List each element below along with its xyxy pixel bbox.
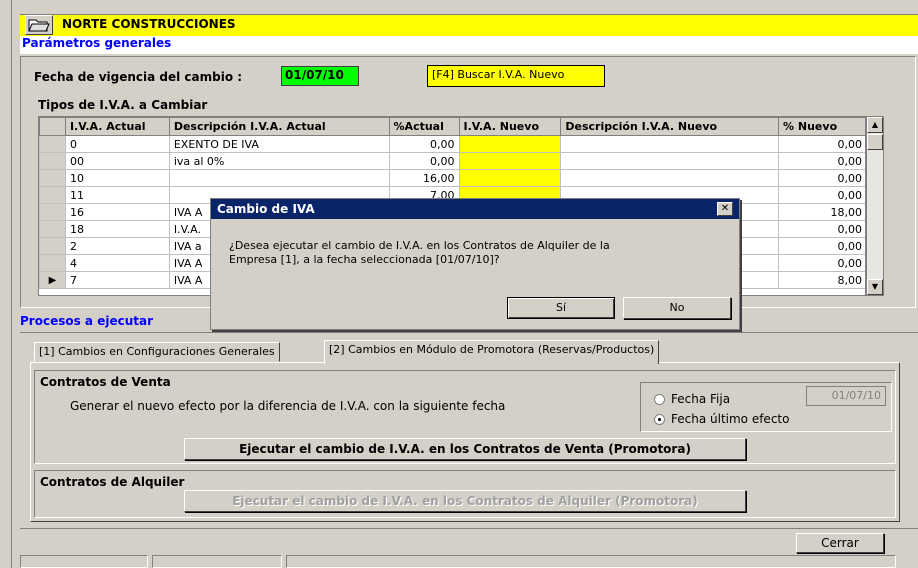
row-indicator	[39, 220, 66, 238]
col-iva-actual[interactable]: I.V.A. Actual	[64, 117, 170, 136]
params-title: Parámetros generales	[22, 36, 172, 50]
col-iva-nuevo[interactable]: I.V.A. Nuevo	[458, 117, 562, 136]
left-edge	[0, 0, 12, 568]
dialog-message-line1: ¿Desea ejecutar el cambio de I.V.A. en l…	[229, 239, 610, 252]
cerrar-button[interactable]: Cerrar	[796, 533, 884, 553]
row-indicator	[39, 135, 66, 153]
tab-modulo-promotora[interactable]: [2] Cambios en Módulo de Promotora (Rese…	[324, 340, 660, 364]
folder-open-icon	[28, 19, 50, 32]
cell-iva-actual[interactable]: 18	[64, 220, 170, 238]
cell-pct-nuevo[interactable]: 18,00	[778, 203, 865, 221]
status-panel-3	[286, 555, 896, 568]
status-panel-1	[20, 555, 148, 568]
cell-pct-nuevo[interactable]: 0,00	[778, 186, 865, 204]
venta-title: Contratos de Venta	[40, 375, 171, 389]
col-pct-nuevo[interactable]: % Nuevo	[778, 117, 865, 136]
buscar-iva-button[interactable]: [F4] Buscar I.V.A. Nuevo	[427, 65, 605, 87]
cell-pct-nuevo[interactable]: 8,00	[778, 271, 865, 289]
cell-pct-nuevo[interactable]: 0,00	[778, 220, 865, 238]
procesos-divider	[20, 332, 918, 333]
grid-title: Tipos de I.V.A. a Cambiar	[38, 98, 208, 112]
cell-pct-actual[interactable]: 16,00	[388, 169, 460, 187]
close-icon[interactable]: ✕	[717, 202, 733, 216]
scroll-up-icon[interactable]: ▲	[867, 117, 883, 133]
dialog-yes-button[interactable]: Sí	[507, 297, 615, 319]
radio-fecha-ultimo-label: Fecha último efecto	[671, 412, 790, 426]
cell-desc-actual[interactable]: iva al 0%	[168, 152, 390, 170]
current-row-arrow-icon: ▶	[39, 271, 66, 289]
cell-iva-actual[interactable]: 11	[64, 186, 170, 204]
col-pct-actual[interactable]: %Actual	[388, 117, 460, 136]
col-desc-actual[interactable]: Descripción I.V.A. Actual	[168, 117, 390, 136]
cell-iva-actual[interactable]: 7	[64, 271, 170, 289]
cell-iva-nuevo[interactable]	[458, 169, 562, 187]
cell-pct-actual[interactable]: 0,00	[388, 152, 460, 170]
cell-iva-nuevo[interactable]	[458, 152, 562, 170]
cell-desc-actual[interactable]	[168, 169, 390, 187]
col-indicator	[39, 117, 66, 136]
status-panel-2	[152, 555, 282, 568]
cell-pct-nuevo[interactable]: 0,00	[778, 135, 865, 153]
row-indicator	[39, 254, 66, 272]
cell-pct-nuevo[interactable]: 0,00	[778, 237, 865, 255]
cell-iva-actual[interactable]: 16	[64, 203, 170, 221]
table-row[interactable]: 0 EXENTO DE IVA 0,00 0,00	[39, 135, 865, 153]
cell-iva-actual[interactable]: 0	[64, 135, 170, 153]
procesos-title: Procesos a ejecutar	[20, 314, 153, 328]
radio-fecha-fija-label: Fecha Fija	[671, 392, 731, 406]
tab-config-generales[interactable]: [1] Cambios en Configuraciones Generales	[34, 342, 280, 362]
radio-fecha-ultimo[interactable]: Fecha último efecto	[654, 412, 789, 426]
footer-divider	[20, 528, 918, 529]
grid-scrollbar[interactable]: ▲ ▼	[866, 116, 884, 296]
cell-pct-actual[interactable]: 0,00	[388, 135, 460, 153]
cambio-iva-dialog: Cambio de IVA ✕ ¿Desea ejecutar el cambi…	[210, 198, 740, 330]
fecha-vigencia-input[interactable]: 01/07/10	[281, 66, 359, 86]
ejecutar-alquiler-button[interactable]: Ejecutar el cambio de I.V.A. en los Cont…	[184, 490, 746, 512]
params-header: Parámetros generales	[20, 36, 918, 54]
col-desc-nuevo[interactable]: Descripción I.V.A. Nuevo	[560, 117, 780, 136]
venta-description: Generar el nuevo efecto por la diferenci…	[70, 399, 506, 413]
cell-iva-nuevo[interactable]	[458, 135, 562, 153]
alquiler-title: Contratos de Alquiler	[40, 475, 185, 489]
table-row[interactable]: 00 iva al 0% 0,00 0,00	[39, 152, 865, 170]
cell-iva-actual[interactable]: 2	[64, 237, 170, 255]
radio-fecha-fija[interactable]: Fecha Fija	[654, 392, 730, 406]
dialog-message-line2: Empresa [1], a la fecha seleccionada [01…	[229, 253, 500, 266]
radio-on-icon	[654, 414, 665, 425]
dialog-title: Cambio de IVA	[217, 202, 315, 216]
fecha-label: Fecha de vigencia del cambio :	[34, 70, 243, 84]
folder-open-button[interactable]	[25, 15, 53, 35]
cell-desc-actual[interactable]: EXENTO DE IVA	[168, 135, 390, 153]
dialog-message: ¿Desea ejecutar el cambio de I.V.A. en l…	[229, 239, 610, 267]
table-row[interactable]: 10 16,00 0,00	[39, 169, 865, 187]
cell-iva-actual[interactable]: 10	[64, 169, 170, 187]
fecha-fija-input: 01/07/10	[806, 386, 886, 406]
company-name: NORTE CONSTRUCCIONES	[62, 17, 236, 31]
cell-desc-nuevo[interactable]	[560, 152, 780, 170]
row-indicator	[39, 203, 66, 221]
dialog-no-button[interactable]: No	[623, 297, 731, 319]
row-indicator	[39, 186, 66, 204]
row-indicator	[39, 152, 66, 170]
cell-iva-actual[interactable]: 00	[64, 152, 170, 170]
cell-pct-nuevo[interactable]: 0,00	[778, 152, 865, 170]
ejecutar-venta-button[interactable]: Ejecutar el cambio de I.V.A. en los Cont…	[184, 438, 746, 460]
cell-desc-nuevo[interactable]	[560, 135, 780, 153]
cell-desc-nuevo[interactable]	[560, 169, 780, 187]
row-indicator	[39, 237, 66, 255]
cell-pct-nuevo[interactable]: 0,00	[778, 169, 865, 187]
radio-off-icon	[654, 394, 665, 405]
cell-pct-nuevo[interactable]: 0,00	[778, 254, 865, 272]
scroll-thumb[interactable]	[867, 134, 883, 150]
row-indicator	[39, 169, 66, 187]
cell-iva-actual[interactable]: 4	[64, 254, 170, 272]
dialog-titlebar: Cambio de IVA ✕	[211, 199, 739, 219]
scroll-down-icon[interactable]: ▼	[867, 279, 883, 295]
